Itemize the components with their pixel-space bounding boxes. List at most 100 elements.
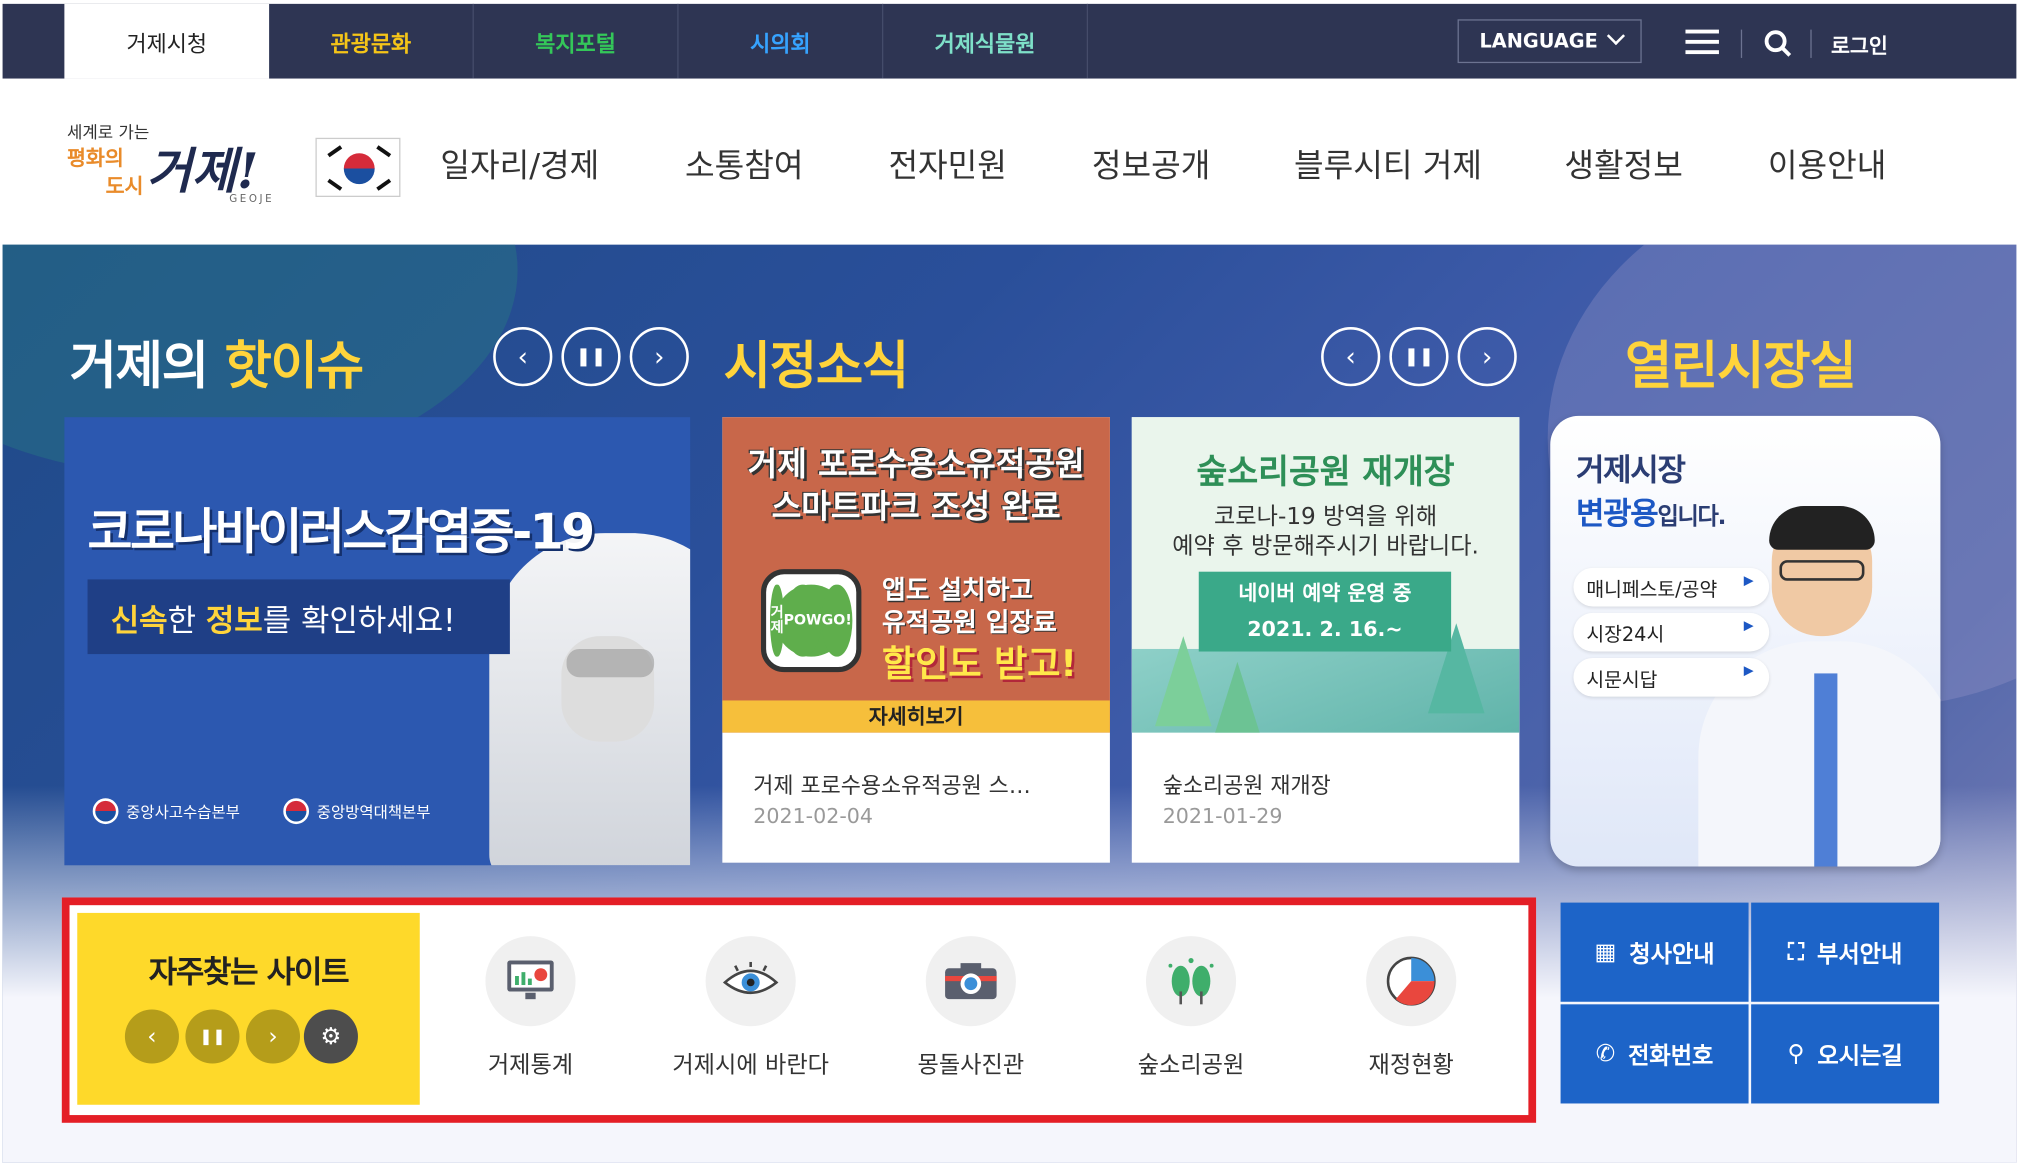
quick-pause-button[interactable]: ❚❚ [185, 1009, 240, 1064]
mayor-name-line: 변광용입니다. [1576, 488, 1726, 533]
monitor-chart-icon [485, 936, 576, 1027]
eye-icon [705, 936, 796, 1027]
covid-banner-subtext: 신속한 정보를 확인하세요! [87, 579, 510, 655]
org-name: 중앙사고수습본부 [126, 802, 240, 821]
tab-geoje-city[interactable]: 거제시청 [64, 3, 270, 79]
sub-part: 신속 [110, 602, 168, 639]
reservation-line: 2021. 2. 16.~ [1247, 616, 1403, 642]
quick-item-label: 몽돌사진관 [917, 1051, 1025, 1080]
site-logo[interactable]: 세계로 가는 평화의 도시 거제! GEOJE [64, 118, 296, 211]
quick-item-label: 거제시에 바란다 [672, 1051, 829, 1080]
nav-jobs-economy[interactable]: 일자리/경제 [440, 140, 599, 186]
hot-issue-prev-button[interactable]: ‹ [493, 327, 553, 387]
city-news-pause-button[interactable]: ❚❚ [1389, 327, 1449, 387]
quick-prev-button[interactable]: ‹ [124, 1009, 179, 1064]
news-promo-highlight: 할인도 받고! [882, 642, 1077, 686]
phone-icon: ✆ [1595, 1040, 1616, 1068]
search-icon[interactable] [1764, 30, 1792, 58]
org-logo-1: 중앙사고수습본부 [92, 798, 240, 825]
trees-icon [1145, 936, 1237, 1027]
tab-city-council[interactable]: 시의회 [679, 3, 884, 79]
mayor-card[interactable]: 거제시장 변광용입니다. 매니페스토/공약 ▶ 시장24시 ▶ 시문시답 ▶ [1550, 415, 1941, 867]
logo-slogan: 세계로 가는 [66, 123, 150, 143]
nav-blue-city[interactable]: 블루시티 거제 [1294, 140, 1482, 186]
info-label: 부서안내 [1817, 940, 1903, 968]
mayor-link-24h[interactable]: 시장24시 ▶ [1573, 612, 1770, 652]
info-label: 전화번호 [1628, 1042, 1714, 1070]
government-emblem-icon [92, 798, 119, 825]
government-emblem-icon [283, 798, 310, 825]
arrow-right-icon: ▶ [1743, 619, 1754, 634]
mayor-label: 거제시장 [1576, 451, 1686, 489]
quick-item-label: 숲소리공원 [1137, 1051, 1245, 1080]
org-name: 중앙방역대책본부 [316, 802, 431, 821]
city-news-prev-button[interactable]: ‹ [1321, 327, 1381, 387]
hot-issue-pause-button[interactable]: ❚❚ [561, 327, 621, 387]
nav-participation[interactable]: 소통참여 [685, 140, 803, 186]
divider [1740, 29, 1743, 58]
org-logo-2: 중앙방역대책본부 [283, 798, 431, 825]
info-phone-directory[interactable]: ✆ 전화번호 [1560, 1004, 1749, 1104]
nav-living-info[interactable]: 생활정보 [1564, 140, 1682, 186]
nav-guide[interactable]: 이용안내 [1768, 140, 1886, 186]
login-link[interactable]: 로그인 [1831, 28, 1888, 59]
tab-tourism-culture[interactable]: 관광문화 [269, 3, 474, 79]
divider [1810, 29, 1812, 58]
language-select[interactable]: LANGUAGE [1457, 19, 1642, 64]
tab-botanical-garden[interactable]: 거제식물원 [883, 3, 1089, 79]
city-news-next-button[interactable]: › [1457, 327, 1517, 387]
news-card[interactable]: 거제 포로수용소유적공원 스마트파크 조성 완료 거제 POW GO! 앱도 설치하… [722, 417, 1110, 863]
korea-flag-icon [315, 137, 401, 198]
hamburger-menu-icon[interactable] [1685, 29, 1719, 56]
quick-next-button[interactable]: › [245, 1009, 301, 1064]
hot-issue-next-button[interactable]: › [629, 327, 689, 387]
open-mayor-title: 열린시장실 [1624, 337, 1857, 397]
logo-text-city: 도시 [105, 173, 144, 199]
reservation-notice: 네이버 예약 운영 중 2021. 2. 16.~ [1198, 571, 1452, 652]
mayor-link-manifesto[interactable]: 매니페스토/공약 ▶ [1573, 567, 1770, 607]
hot-issue-banner[interactable]: 코로나바이러스감염증-19 신속한 정보를 확인하세요! 중앙사고수습본부 중앙… [64, 417, 691, 866]
news-image-line: 거제 포로수용소유적공원 [747, 445, 1085, 483]
info-directions[interactable]: ⚲ 오시는길 [1751, 1004, 1940, 1104]
quick-item-suggestions[interactable]: 거제시에 바란다 [654, 936, 847, 1080]
mayor-link-label: 매니페스토/공약 [1586, 578, 1718, 602]
logo-geoje: 거제! [146, 141, 259, 200]
quick-item-finance[interactable]: 재정현황 [1315, 936, 1508, 1080]
badge-text: 거제 [770, 584, 784, 657]
news-date: 2021-01-29 [1162, 803, 1283, 828]
quick-item-statistics[interactable]: 거제통계 [434, 936, 627, 1080]
camera-icon [925, 936, 1016, 1027]
news-date: 2021-02-04 [753, 803, 873, 828]
news-image-line: 스마트파크 조성 완료 [771, 488, 1061, 526]
nav-e-civil[interactable]: 전자민원 [888, 140, 1006, 186]
nav-info-disclosure[interactable]: 정보공개 [1092, 140, 1210, 186]
more-button[interactable]: 자세히보기 [722, 700, 1110, 733]
info-label: 청사안내 [1629, 940, 1715, 968]
news-card[interactable]: 숲소리공원 재개장 코로나-19 방역을 위해 예약 후 방문해주시기 바랍니다… [1131, 417, 1520, 863]
pie-chart-icon [1366, 936, 1457, 1027]
info-label: 오시는길 [1817, 1042, 1903, 1070]
news-image-subtitle: 코로나-19 방역을 위해 예약 후 방문해주시기 바랍니다. [1132, 502, 1520, 561]
hot-issue-title-a: 거제의 [69, 337, 225, 397]
tab-welfare-portal[interactable]: 복지포털 [474, 3, 679, 79]
badge-text: GO! [821, 584, 852, 657]
quick-sites-panel: 자주찾는 사이트 ‹ ❚❚ › ⚙ [77, 912, 420, 1105]
mayor-name: 변광용 [1576, 495, 1659, 532]
mayor-link-label: 시장24시 [1586, 623, 1665, 647]
mayor-link-label: 시문시답 [1586, 668, 1658, 692]
quick-item-photo-gallery[interactable]: 몽돌사진관 [874, 936, 1067, 1080]
quick-item-forest-park[interactable]: 숲소리공원 [1094, 936, 1287, 1080]
info-building-guide[interactable]: ▦ 청사안내 [1560, 902, 1749, 1002]
news-image-line: 예약 후 방문해주시기 바랍니다. [1172, 533, 1479, 561]
news-image-title: 숲소리공원 재개장 [1196, 453, 1455, 492]
arrow-right-icon: ▶ [1743, 574, 1754, 589]
sub-part: 한 [167, 602, 206, 639]
news-caption: 숲소리공원 재개장 [1162, 773, 1331, 800]
gear-icon[interactable]: ⚙ [303, 1009, 358, 1064]
mayor-link-qa[interactable]: 시문시답 ▶ [1573, 657, 1770, 697]
news-card-image: 거제 포로수용소유적공원 스마트파크 조성 완료 거제 POW GO! 앱도 설치하… [722, 417, 1110, 733]
news-image-title: 거제 포로수용소유적공원 스마트파크 조성 완료 [722, 443, 1110, 528]
info-department-guide[interactable]: ⛶ 부서안내 [1751, 902, 1940, 1002]
org-chart-icon: ⛶ [1787, 938, 1805, 966]
promo-line: 앱도 설치하고 [882, 574, 1034, 606]
